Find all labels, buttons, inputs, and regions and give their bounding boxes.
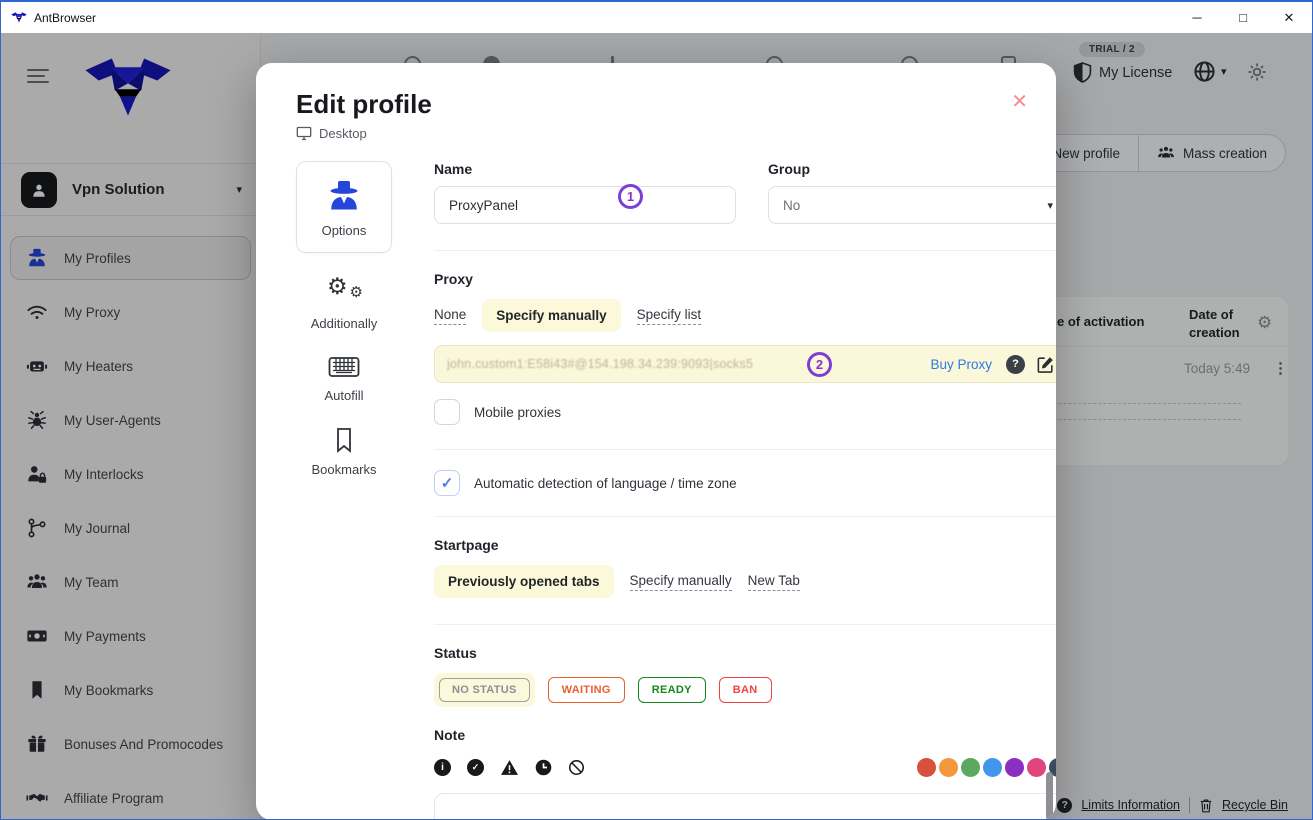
note-info-icon[interactable]: i xyxy=(434,759,451,776)
status-waiting-button[interactable]: WAITING xyxy=(548,677,625,703)
note-textarea[interactable] xyxy=(434,793,1056,820)
startpage-tab-previous[interactable]: Previously opened tabs xyxy=(434,565,614,598)
maximize-icon[interactable]: □ xyxy=(1220,2,1266,33)
tab-label: Bookmarks xyxy=(311,462,376,477)
auto-detect-checkbox[interactable]: ✓ xyxy=(434,470,460,496)
tab-label: Additionally xyxy=(311,316,378,331)
note-clock-icon[interactable] xyxy=(535,759,552,776)
color-swatch[interactable] xyxy=(1005,758,1024,777)
edit-profile-modal: ✕ Edit profile Desktop Options xyxy=(256,63,1056,820)
note-label: Note xyxy=(434,727,1056,743)
tab-options[interactable]: Options xyxy=(296,161,392,253)
proxy-input[interactable]: john.custom1:E58i43#@154.198.34.239:9093… xyxy=(434,345,1056,383)
proxy-tab-specify-list[interactable]: Specify list xyxy=(637,307,702,325)
name-input[interactable] xyxy=(434,186,736,224)
tab-additionally[interactable]: ⚙⚙ Additionally xyxy=(296,277,392,331)
modal-close-icon[interactable]: ✕ xyxy=(1011,89,1028,114)
edit-icon[interactable] xyxy=(1036,355,1055,374)
color-swatch[interactable] xyxy=(1027,758,1046,777)
tab-autofill[interactable]: Autofill xyxy=(296,355,392,403)
proxy-label: Proxy xyxy=(434,271,1056,287)
step-2-badge: 2 xyxy=(807,352,832,377)
tab-label: Options xyxy=(322,223,367,238)
auto-detect-label: Automatic detection of language / time z… xyxy=(474,476,737,491)
tab-label: Autofill xyxy=(324,388,363,403)
color-swatch[interactable] xyxy=(939,758,958,777)
group-value: No xyxy=(783,198,800,213)
group-label: Group xyxy=(768,161,1056,177)
color-swatch[interactable] xyxy=(917,758,936,777)
profile-type-label: Desktop xyxy=(319,126,367,141)
status-ready-button[interactable]: READY xyxy=(638,677,706,703)
bookmark-outline-icon xyxy=(332,427,356,453)
close-window-icon[interactable]: ✕ xyxy=(1266,2,1312,33)
startpage-tab-new-tab[interactable]: New Tab xyxy=(748,573,800,591)
mobile-proxies-checkbox[interactable] xyxy=(434,399,460,425)
color-swatch[interactable] xyxy=(961,758,980,777)
startpage-label: Startpage xyxy=(434,537,1056,553)
app-logo-icon xyxy=(11,12,27,24)
help-icon[interactable]: ? xyxy=(1006,355,1025,374)
tab-bookmarks[interactable]: Bookmarks xyxy=(296,427,392,477)
titlebar: AntBrowser ─ □ ✕ xyxy=(1,2,1312,33)
step-1-badge: 1 xyxy=(618,184,643,209)
status-no-status-button[interactable]: NO STATUS xyxy=(434,673,535,707)
status-label-no-status: NO STATUS xyxy=(439,678,530,702)
note-check-icon[interactable]: ✓ xyxy=(467,759,484,776)
proxy-value: john.custom1:E58i43#@154.198.34.239:9093… xyxy=(447,357,930,371)
app-title: AntBrowser xyxy=(34,11,96,25)
startpage-tab-specify-manually[interactable]: Specify manually xyxy=(630,573,732,591)
group-select[interactable]: No ▾ xyxy=(768,186,1056,224)
buy-proxy-link[interactable]: Buy Proxy xyxy=(930,357,992,372)
app-window: AntBrowser ─ □ ✕ xyxy=(0,0,1313,820)
minimize-icon[interactable]: ─ xyxy=(1174,2,1220,33)
color-swatch[interactable] xyxy=(983,758,1002,777)
modal-tabs: Options ⚙⚙ Additionally Autofill xyxy=(296,161,392,820)
mobile-proxies-label: Mobile proxies xyxy=(474,405,561,420)
note-warning-icon[interactable] xyxy=(500,759,519,776)
modal-title: Edit profile xyxy=(296,89,1016,120)
modal-scrollbar[interactable] xyxy=(1046,772,1053,820)
gears-icon: ⚙⚙ xyxy=(327,277,361,307)
note-color-palette xyxy=(917,758,1056,777)
keyboard-icon xyxy=(328,355,360,379)
note-ban-icon[interactable] xyxy=(568,759,585,776)
proxy-tab-none[interactable]: None xyxy=(434,307,466,325)
monitor-icon xyxy=(296,126,312,141)
status-ban-button[interactable]: BAN xyxy=(719,677,772,703)
status-label: Status xyxy=(434,645,1056,661)
name-label: Name xyxy=(434,161,736,177)
spy-icon xyxy=(326,178,362,214)
proxy-tab-specify-manually[interactable]: Specify manually xyxy=(482,299,620,332)
chevron-down-icon: ▾ xyxy=(1047,199,1053,212)
